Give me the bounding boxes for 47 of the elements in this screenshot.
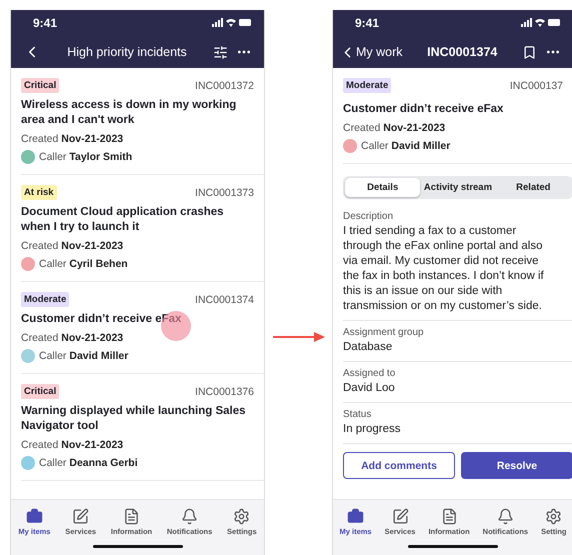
resolve-button[interactable]: Resolve	[461, 452, 572, 479]
priority-tag: At risk	[21, 185, 57, 200]
back-link[interactable]: My work	[339, 44, 403, 60]
field-value: David Loo	[343, 381, 396, 396]
status-time: 9:41	[355, 16, 380, 30]
incident-number: INC0001374	[195, 294, 254, 306]
segment-tab[interactable]: Details	[345, 178, 420, 197]
header-title: INC0001374	[426, 45, 498, 59]
segment-tab[interactable]: Related	[496, 178, 571, 197]
incident-card[interactable]: Moderate INC0001374 Customer didn’t receive eFax Created Nov-21-2023 Caller David Miller	[21, 282, 264, 374]
incident-card[interactable]: Critical INC0001372 Wireless access is down in my working area and I can't work Created Nov-21-2023 Caller Taylor Smith	[21, 68, 264, 175]
priority-tag: Moderate	[21, 292, 70, 307]
caller-text: Caller David Miller	[39, 350, 128, 362]
incident-title: Warning displayed while launching Sales Navigator tool	[21, 404, 247, 434]
created-text: Created Nov-21-2023	[21, 439, 124, 451]
field-value: I tried sending a fax to a customer through the eFax online portal and also via email. My customer did not receive the fax in both instances. I don’t know if this is an issue on our side with transmission or on my customer’s side.	[343, 224, 545, 314]
incident-card[interactable]: At risk INC0001373 Document Cloud application crashes when I try to launch it Created Nov-21-2023 Caller Cyril Behen	[21, 175, 264, 282]
field-label: Assigned to	[343, 368, 396, 379]
field-value: Database	[343, 340, 394, 355]
caller-text: Caller Taylor Smith	[39, 151, 132, 163]
field-label: Status	[343, 409, 372, 420]
incident-number: INC0001373	[195, 186, 254, 198]
segment-tab[interactable]: Activity stream	[420, 178, 496, 197]
incident-number: INC000137	[510, 80, 563, 92]
field-value: In progress	[343, 422, 402, 437]
incident-title: Customer didn’t receive eFax	[343, 102, 504, 117]
created-text: Created Nov-21-2023	[21, 240, 124, 252]
incident-number: INC0001372	[195, 80, 254, 92]
priority-tag: Critical	[21, 384, 60, 399]
incident-number: INC0001376	[195, 386, 254, 398]
status-time: 9:41	[33, 16, 58, 30]
caller-text: Caller David Miller	[361, 140, 450, 152]
created-text: Created Nov-21-2023	[21, 133, 124, 145]
caller-text: Caller Deanna Gerbi	[39, 457, 138, 469]
incident-title: Document Cloud application crashes when I try to launch it	[21, 205, 225, 235]
incident-title: Wireless access is down in my working area and I can't work	[21, 98, 238, 128]
field-label: Description	[343, 211, 394, 222]
created-text: Created Nov-21-2023	[343, 122, 446, 134]
add-comments-button[interactable]: Add comments	[343, 452, 455, 479]
incident-title: Customer didn’t receive eFax	[21, 312, 182, 327]
field-label: Assignment group	[343, 327, 425, 338]
incident-card[interactable]: Critical INC0001376 Warning displayed while launching Sales Navigator tool Created Nov-21-2023 Caller Deanna Gerbi	[21, 374, 264, 481]
created-text: Created Nov-21-2023	[21, 332, 124, 344]
priority-tag: Moderate	[343, 78, 392, 93]
header-title: High priority incidents	[66, 45, 188, 59]
caller-text: Caller Cyril Behen	[39, 258, 128, 270]
priority-tag: Critical	[21, 78, 60, 93]
